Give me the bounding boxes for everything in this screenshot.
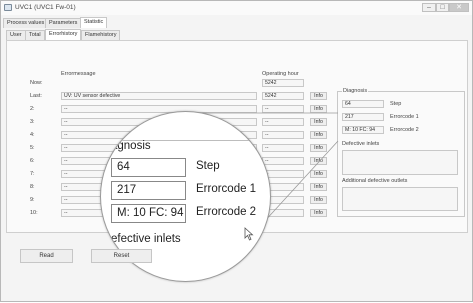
read-button[interactable]: Read [20,249,73,263]
zoom-defective-inlets-label: efective inlets [111,233,181,245]
app-window: UVC1 (UVC1 Fw-01) – □ ✕ Process values P… [0,0,473,302]
zoom-errorcode1-label: Errorcode 1 [196,183,257,195]
zoom-step-label: Step [196,160,220,172]
mouse-cursor-icon [244,227,254,241]
zoom-step-field: 64 [111,158,186,177]
zoom-errorcode2-field: M: 10 FC: 94 [111,204,186,223]
zoom-diagnosis-title: agnosis [111,140,151,152]
zoom-errorcode1-field: 217 [111,181,186,200]
zoom-errorcode2-label: Errorcode 2 [196,206,257,218]
reset-button[interactable]: Reset [91,249,152,263]
